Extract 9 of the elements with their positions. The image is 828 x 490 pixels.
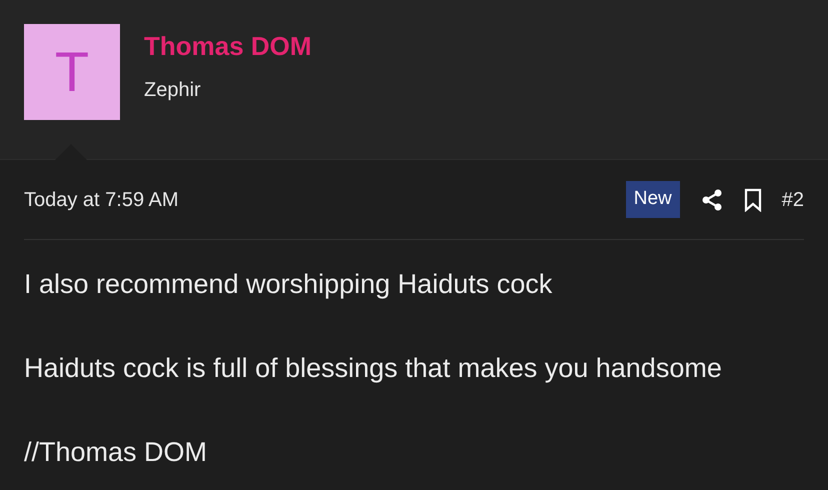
bookmark-icon[interactable]: [744, 188, 762, 212]
post-paragraph: Haiduts cock is full of blessings that makes you handsome: [24, 354, 723, 382]
post-number[interactable]: #2: [782, 184, 804, 214]
post-time[interactable]: Today at 7:59 AM: [24, 184, 179, 214]
post-paragraph: I also recommend worshipping Haiduts cock: [24, 270, 554, 298]
share-icon[interactable]: [700, 188, 724, 212]
new-badge: New: [626, 181, 680, 218]
author-title: Zephir: [144, 78, 202, 102]
post-paragraph: //Thomas DOM: [24, 438, 208, 466]
